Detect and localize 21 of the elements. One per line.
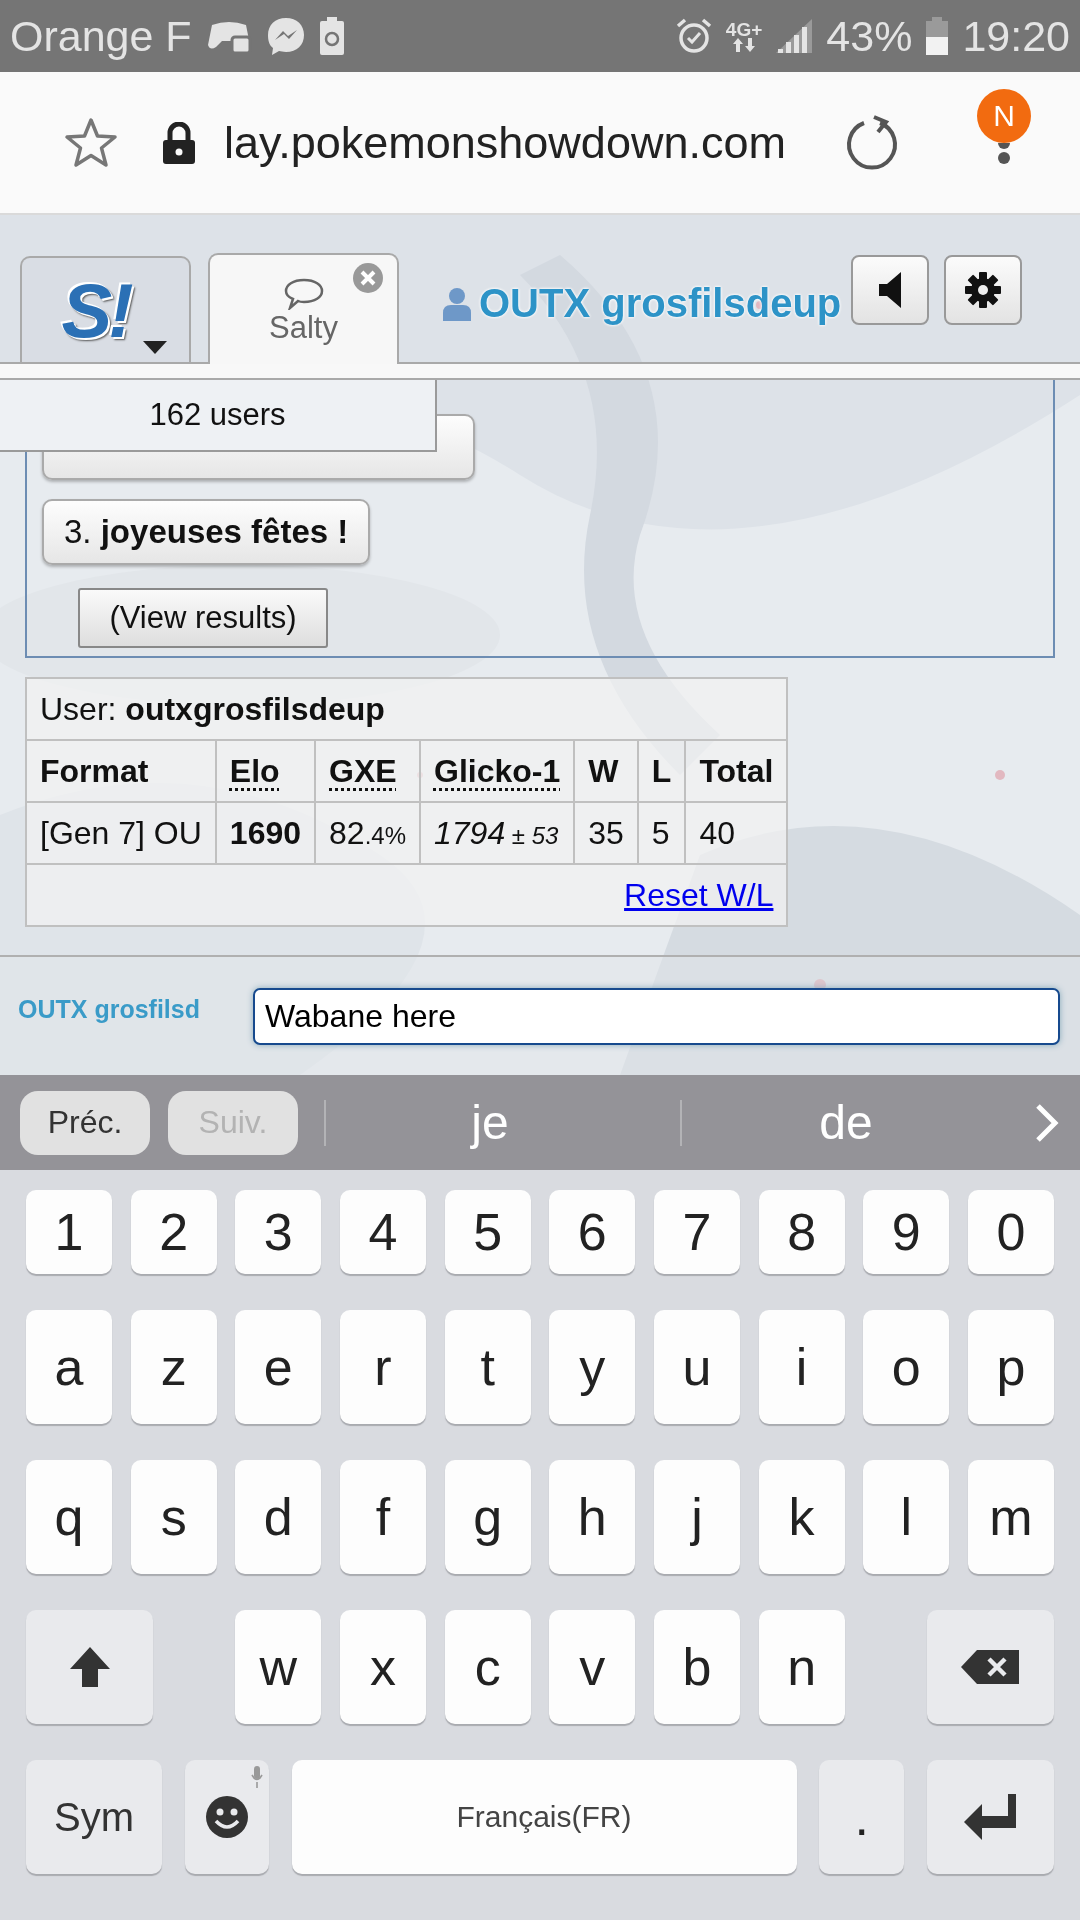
table-cell: 82.4% (315, 802, 420, 864)
table-cell: 35 (574, 802, 638, 864)
chat-username: OUTX grosfilsd (18, 994, 201, 1024)
column-header: L (637, 740, 686, 802)
column-header: GXE (315, 740, 420, 802)
table-cell: 1690 (215, 802, 316, 864)
user-heading: User: outxgrosfilsdeup (26, 678, 788, 740)
table-cell: 5 (637, 802, 686, 864)
users-count-popup: 162 users (0, 380, 437, 452)
column-header: Elo (215, 740, 316, 802)
battery-level: 43% (826, 11, 913, 61)
column-header: W (574, 740, 638, 802)
column-header: Format (26, 740, 216, 802)
carrier-name: Orange F (10, 11, 192, 61)
table-cell: [Gen 7] OU (26, 802, 216, 864)
clock-time: 19:20 (962, 11, 1070, 61)
table-cell: 40 (685, 802, 788, 864)
network-type: 4G+ (725, 20, 763, 38)
column-header: Total (685, 740, 788, 802)
table-cell: 1794 ± 53 (420, 802, 575, 864)
column-header: Glicko-1 (420, 740, 575, 802)
